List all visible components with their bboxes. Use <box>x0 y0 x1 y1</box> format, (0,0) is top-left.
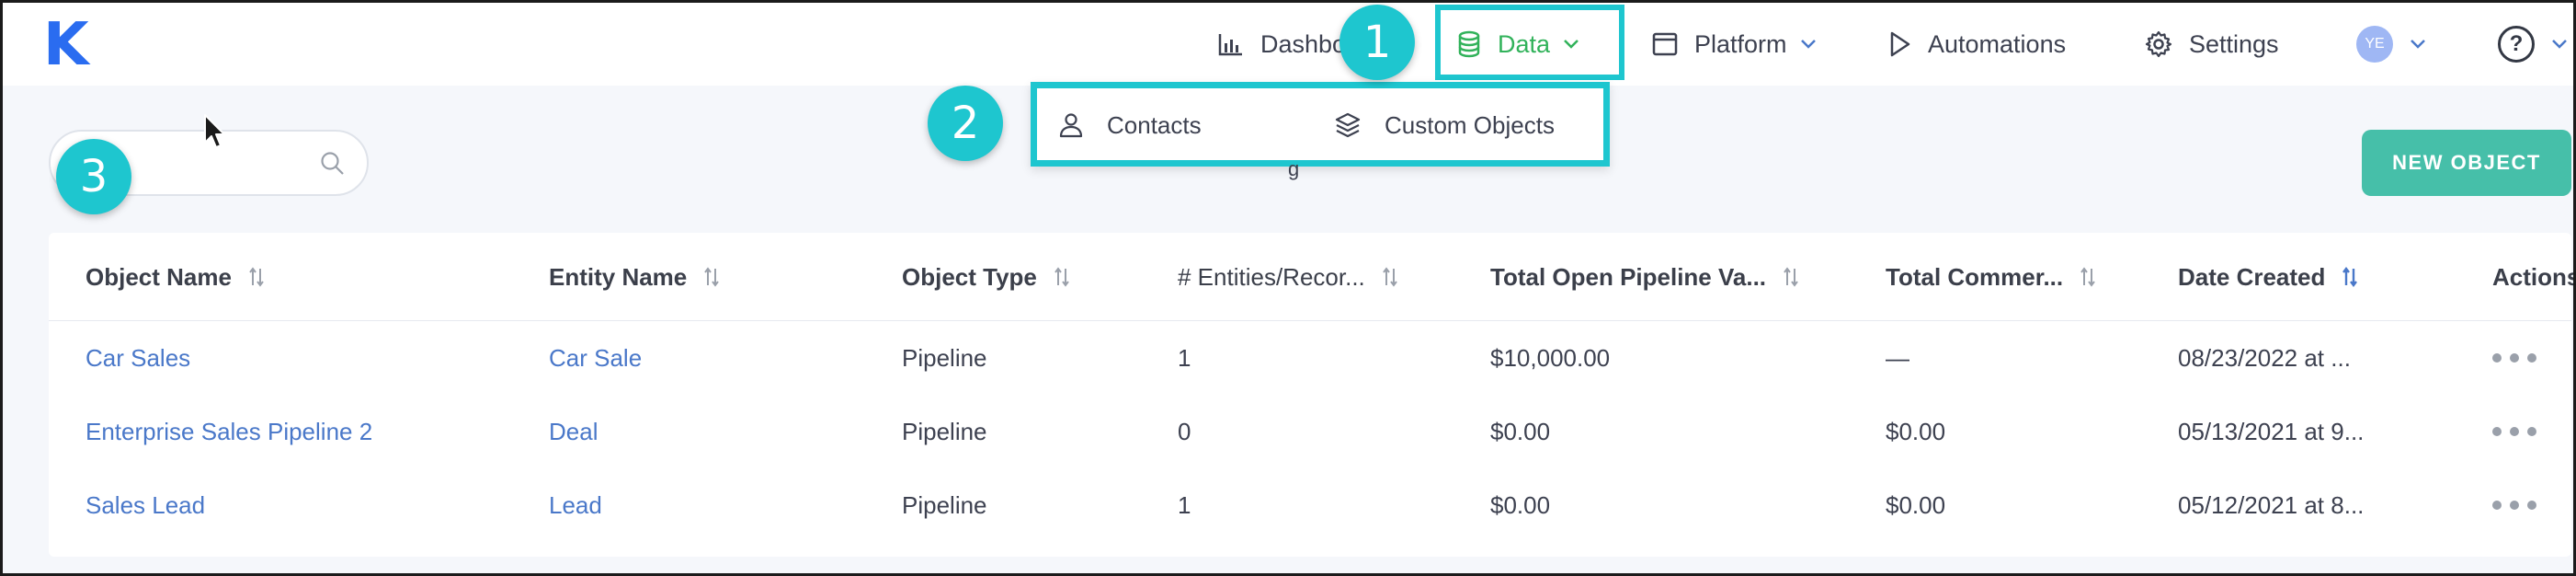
bar-chart-icon <box>1218 34 1242 56</box>
object-name-link[interactable]: Enterprise Sales Pipeline 2 <box>85 415 372 448</box>
sort-icon[interactable] <box>248 267 265 287</box>
column-header-object-type[interactable]: Object Type <box>902 260 1070 294</box>
avatar: YE <box>2356 26 2393 63</box>
object-name-link[interactable]: Sales Lead <box>85 489 205 522</box>
help-button[interactable]: ? <box>2498 25 2568 63</box>
callout-badge-1: 1 <box>1339 5 1415 80</box>
column-header-label: Total Open Pipeline Va... <box>1490 262 1767 291</box>
column-header-label: Entity Name <box>549 262 688 291</box>
chevron-down-icon <box>2552 40 2567 49</box>
mouse-cursor-icon <box>204 114 225 148</box>
person-icon <box>1059 113 1083 138</box>
play-icon <box>1890 31 1910 57</box>
column-header-actions: Actions <box>2492 260 2576 294</box>
row-actions-menu-icon[interactable] <box>2492 489 2536 522</box>
total-commercial-cell: $0.00 <box>1886 418 1946 445</box>
column-header-label: # Entities/Recor... <box>1178 262 1365 291</box>
objects-table: Object Name Entity Name Object Type # En… <box>49 233 2573 557</box>
entities-count-cell: 1 <box>1178 344 1191 372</box>
layers-icon <box>1335 112 1361 138</box>
column-header-label: Actions <box>2492 262 2576 291</box>
nav-platform-label: Platform <box>1694 29 1787 58</box>
page-title-fragment: g <box>1288 157 1300 180</box>
open-pipeline-value-cell: $0.00 <box>1490 491 1551 519</box>
callout-badge-3: 3 <box>56 139 131 214</box>
window-icon <box>1652 32 1678 56</box>
column-header-entity-name[interactable]: Entity Name <box>549 260 720 294</box>
column-header-entities-records[interactable]: # Entities/Recor... <box>1178 260 1398 294</box>
entities-count-cell: 0 <box>1178 418 1191 445</box>
new-object-button[interactable]: NEW OBJECT <box>2362 130 2571 196</box>
total-commercial-cell: — <box>1886 344 1909 372</box>
nav-automations[interactable]: Automations <box>1889 25 2066 63</box>
chevron-down-icon <box>2411 40 2425 49</box>
app-window: K Dashbo Data Platform Automations Setti… <box>0 0 2576 576</box>
open-pipeline-value-cell: $10,000.00 <box>1490 344 1611 372</box>
search-icon <box>321 152 344 175</box>
top-nav: K Dashbo Data Platform Automations Setti… <box>3 3 2573 86</box>
object-type-cell: Pipeline <box>902 418 987 445</box>
column-header-object-name[interactable]: Object Name <box>85 260 265 294</box>
date-created-cell: 05/12/2021 at 8... <box>2178 491 2365 519</box>
user-menu[interactable]: YE <box>2356 25 2426 63</box>
help-icon: ? <box>2498 26 2535 63</box>
data-dropdown-menu: Contacts Custom Objects <box>1031 82 1610 167</box>
app-logo[interactable]: K <box>43 16 89 75</box>
total-commercial-cell: $0.00 <box>1886 491 1946 519</box>
entity-name-link[interactable]: Car Sale <box>549 341 642 374</box>
nav-dashboard-label: Dashbo <box>1260 29 1347 58</box>
nav-dashboard[interactable]: Dashbo <box>1218 25 1346 63</box>
chevron-down-icon <box>1800 40 1816 49</box>
column-header-label: Object Name <box>85 262 232 291</box>
column-header-label: Total Commer... <box>1886 262 2064 291</box>
date-created-cell: 08/23/2022 at ... <box>2178 344 2351 372</box>
entity-name-link[interactable]: Deal <box>549 415 598 448</box>
entity-name-link[interactable]: Lead <box>549 489 602 522</box>
sort-icon[interactable] <box>1783 267 1799 287</box>
open-pipeline-value-cell: $0.00 <box>1490 418 1551 445</box>
sort-icon[interactable] <box>1382 267 1398 287</box>
menu-item-custom-objects-label: Custom Objects <box>1385 110 1555 139</box>
object-name-link[interactable]: Car Sales <box>85 341 190 374</box>
data-highlight-box <box>1435 5 1624 80</box>
nav-platform[interactable]: Platform <box>1652 25 1817 63</box>
row-actions-menu-icon[interactable] <box>2492 415 2536 448</box>
table-row[interactable]: Sales Lead Lead Pipeline 1 $0.00 $0.00 0… <box>49 468 2571 542</box>
nav-settings[interactable]: Settings <box>2145 25 2279 63</box>
column-header-label: Date Created <box>2178 262 2326 291</box>
sort-icon[interactable] <box>703 267 720 287</box>
table-row[interactable]: Enterprise Sales Pipeline 2 Deal Pipelin… <box>49 395 2571 468</box>
table-header: Object Name Entity Name Object Type # En… <box>49 233 2573 321</box>
column-header-label: Object Type <box>902 262 1037 291</box>
sort-icon[interactable] <box>1054 267 1070 287</box>
object-type-cell: Pipeline <box>902 344 987 372</box>
menu-item-custom-objects[interactable]: Custom Objects <box>1335 107 1555 144</box>
nav-automations-label: Automations <box>1928 29 2067 58</box>
date-created-cell: 05/13/2021 at 9... <box>2178 418 2365 445</box>
nav-settings-label: Settings <box>2189 29 2279 58</box>
menu-item-contacts[interactable]: Contacts <box>1059 107 1202 144</box>
gear-icon <box>2145 30 2172 58</box>
object-type-cell: Pipeline <box>902 491 987 519</box>
menu-item-contacts-label: Contacts <box>1107 110 1202 139</box>
sort-active-icon[interactable] <box>2342 267 2358 287</box>
column-header-date-created[interactable]: Date Created <box>2178 260 2358 294</box>
entities-count-cell: 1 <box>1178 491 1191 519</box>
table-row[interactable]: Car Sales Car Sale Pipeline 1 $10,000.00… <box>49 321 2571 395</box>
callout-badge-2: 2 <box>928 86 1003 161</box>
sort-icon[interactable] <box>2080 267 2096 287</box>
row-actions-menu-icon[interactable] <box>2492 341 2536 374</box>
column-header-total-open-pipeline-value[interactable]: Total Open Pipeline Va... <box>1490 260 1799 294</box>
column-header-total-commercial[interactable]: Total Commer... <box>1886 260 2096 294</box>
